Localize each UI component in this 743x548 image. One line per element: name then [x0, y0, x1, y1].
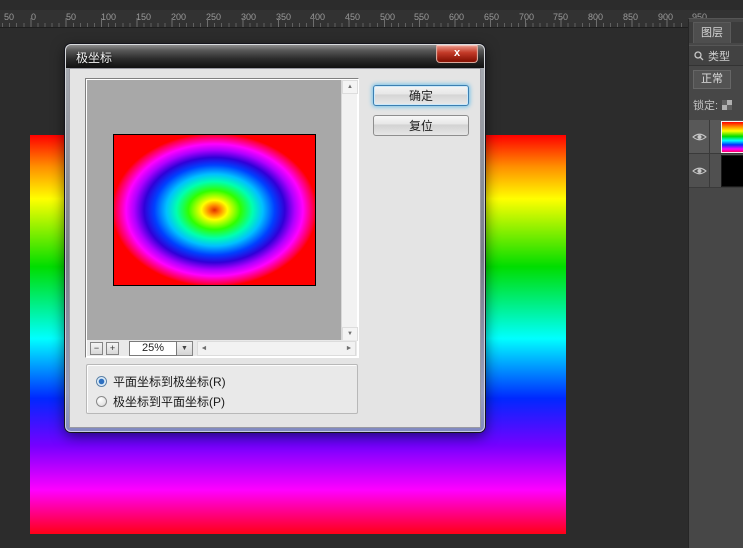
blend-mode-row: 正常	[689, 69, 743, 90]
radio-unselected-icon[interactable]	[96, 396, 107, 407]
visibility-toggle[interactable]	[689, 154, 710, 188]
scroll-left-icon[interactable]: ◄	[198, 342, 210, 355]
ruler-label: 700	[519, 12, 534, 22]
horizontal-ruler: 5005010015020025030035040045050055060065…	[0, 10, 743, 28]
filter-type-label: 类型	[708, 48, 730, 64]
scroll-down-icon[interactable]: ▼	[342, 327, 358, 341]
ok-button[interactable]: 确定	[373, 85, 469, 106]
ruler-label: 600	[449, 12, 464, 22]
preview-controls: − + 25% ▼ ◄ ►	[87, 340, 357, 356]
layer-row-gradient[interactable]	[689, 120, 743, 154]
layer-row-background[interactable]	[689, 154, 743, 188]
layer-thumbnail-black[interactable]	[722, 156, 743, 186]
dialog-titlebar[interactable]: 极坐标 x	[66, 45, 484, 68]
layer-list	[689, 120, 743, 188]
ruler-label: 400	[310, 12, 325, 22]
radio-polar-to-rect[interactable]: 极坐标到平面坐标(P)	[96, 393, 225, 410]
layers-panel: 图层 类型 正常 锁定:	[688, 18, 743, 548]
radio-label: 极坐标到平面坐标(P)	[113, 393, 225, 410]
ruler-label: 350	[276, 12, 291, 22]
zoom-dropdown-button[interactable]: ▼	[177, 341, 193, 356]
preview-vertical-scrollbar[interactable]: ▲ ▼	[341, 80, 357, 341]
ruler-label: 550	[414, 12, 429, 22]
conversion-options-group: 平面坐标到极坐标(R) 极坐标到平面坐标(P)	[86, 364, 358, 414]
zoom-in-button[interactable]: +	[106, 342, 119, 355]
zoom-out-button[interactable]: −	[90, 342, 103, 355]
ruler-label: 200	[171, 12, 186, 22]
ruler-label: 900	[658, 12, 673, 22]
eye-icon	[692, 132, 707, 142]
zoom-level-field[interactable]: 25%	[129, 341, 177, 356]
scroll-up-icon[interactable]: ▲	[342, 80, 358, 94]
close-button[interactable]: x	[436, 45, 478, 63]
reset-button[interactable]: 复位	[373, 115, 469, 136]
preview-frame: ▲ ▼ − + 25% ▼ ◄ ►	[85, 78, 359, 358]
ruler-label: 750	[553, 12, 568, 22]
eye-icon	[692, 166, 707, 176]
dialog-body: ▲ ▼ − + 25% ▼ ◄ ► 平面坐标到极坐标(R)	[69, 68, 481, 428]
lock-transparency-icon[interactable]	[722, 100, 732, 110]
preview-horizontal-scrollbar[interactable]: ◄ ►	[197, 341, 356, 356]
ruler-label: 0	[31, 12, 36, 22]
layer-filter-row[interactable]: 类型	[689, 45, 743, 66]
ruler-label: 500	[380, 12, 395, 22]
radio-label: 平面坐标到极坐标(R)	[113, 373, 226, 390]
layer-thumbnail-rainbow[interactable]	[722, 122, 743, 152]
search-icon	[694, 51, 704, 61]
ruler-label: 850	[623, 12, 638, 22]
ruler-label: 650	[484, 12, 499, 22]
dialog-title: 极坐标	[76, 49, 112, 66]
ruler-label: 50	[4, 12, 14, 22]
lock-row: 锁定:	[689, 95, 743, 115]
panel-tab-bar: 图层	[689, 22, 743, 43]
ruler-label: 100	[101, 12, 116, 22]
ruler-label: 150	[136, 12, 151, 22]
close-icon: x	[454, 47, 460, 59]
ruler-label: 250	[206, 12, 221, 22]
ruler-label: 450	[345, 12, 360, 22]
blend-mode-select[interactable]: 正常	[693, 70, 731, 89]
polar-coordinates-dialog: 极坐标 x ▲ ▼ − + 25% ▼ ◄	[65, 44, 485, 432]
ruler-label: 800	[588, 12, 603, 22]
photoshop-workspace: 5005010015020025030035040045050055060065…	[0, 0, 743, 548]
preview-viewport	[87, 80, 342, 341]
ruler-label: 300	[241, 12, 256, 22]
radio-rect-to-polar[interactable]: 平面坐标到极坐标(R)	[96, 373, 226, 390]
scroll-right-icon[interactable]: ►	[343, 342, 355, 355]
radio-selected-icon[interactable]	[96, 376, 107, 387]
preview-image	[113, 134, 316, 286]
tab-layers[interactable]: 图层	[693, 22, 731, 43]
visibility-toggle[interactable]	[689, 120, 710, 154]
ruler-label: 50	[66, 12, 76, 22]
lock-label: 锁定:	[693, 97, 718, 113]
